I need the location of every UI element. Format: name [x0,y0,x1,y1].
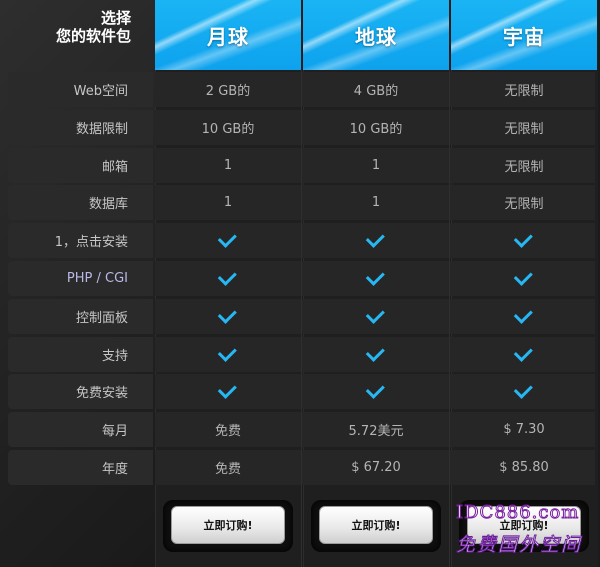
cell-value: $ 67.20 [351,460,401,475]
plan-header-universe: 宇宙 [451,0,597,70]
cell-value: $ 7.30 [503,422,545,437]
row-label: 数据库 [8,185,153,220]
cell-value: 无限制 [504,122,544,137]
check-icon [217,304,237,324]
check-icon [365,342,385,362]
cell-value: 无限制 [504,160,544,175]
plan-header-moon: 月球 [155,0,301,70]
check-icon [217,266,237,286]
cell-value: 10 GB的 [349,122,403,137]
row-label: Web空间 [8,72,153,107]
check-icon [513,228,533,248]
plan-header-earth: 地球 [303,0,449,70]
plan-name: 地球 [355,24,397,49]
cell-value: 1 [223,195,233,210]
cell-included [155,261,301,296]
cell-value: 1 [371,195,381,210]
table-title-line2: 您的软件包 [55,27,131,45]
row-label: PHP / CGI [8,261,153,296]
check-icon [513,379,533,399]
cell-value: 1 [371,158,381,173]
cell-value: 1 [223,158,233,173]
cell-value: 4 GB的 [353,84,399,99]
cell-value: 免费 [214,424,241,439]
row-label: 控制面板 [8,299,153,334]
cell-value: 10 GB的 [201,122,255,137]
cell-included [451,299,597,334]
row-label: 免费安装 [8,374,153,409]
row-label: 邮箱 [8,148,153,183]
check-icon [217,379,237,399]
check-icon [513,266,533,286]
cell-value: 无限制 [504,197,544,212]
check-icon [513,304,533,324]
cell-included [303,374,449,409]
row-label: 年度 [8,450,153,485]
check-icon [365,304,385,324]
order-button-moon[interactable]: 立即订购! [171,506,285,544]
cell-included [155,337,301,372]
plan-name: 月球 [207,24,249,49]
cell-included [303,261,449,296]
cell-value: 免费 [214,462,241,477]
cell-included [155,299,301,334]
check-icon [365,379,385,399]
cell-value: 2 GB的 [205,84,251,99]
row-label: 每月 [8,412,153,447]
cell-included [451,337,597,372]
check-icon [217,228,237,248]
table-title-line1: 选择 [100,9,131,27]
check-icon [217,342,237,362]
order-button-universe[interactable]: 立即订购! [467,506,581,544]
row-label: 数据限制 [8,110,153,145]
cell-value: 无限制 [504,84,544,99]
check-icon [513,342,533,362]
row-label: 支持 [8,337,153,372]
cell-value: 5.72美元 [348,424,404,439]
column-divider [301,70,302,567]
cell-included [451,261,597,296]
plan-name: 宇宙 [503,24,545,49]
row-label: 1，点击安装 [8,223,153,258]
check-icon [365,266,385,286]
cell-included [451,374,597,409]
cell-included [303,337,449,372]
column-divider [449,70,450,567]
table-title: 选择 您的软件包 [0,0,155,70]
cell-included [303,223,449,258]
cell-included [451,223,597,258]
order-button-earth[interactable]: 立即订购! [319,506,433,544]
cell-value: $ 85.80 [499,460,549,475]
cell-included [155,223,301,258]
cell-included [303,299,449,334]
check-icon [365,228,385,248]
cell-included [155,374,301,409]
